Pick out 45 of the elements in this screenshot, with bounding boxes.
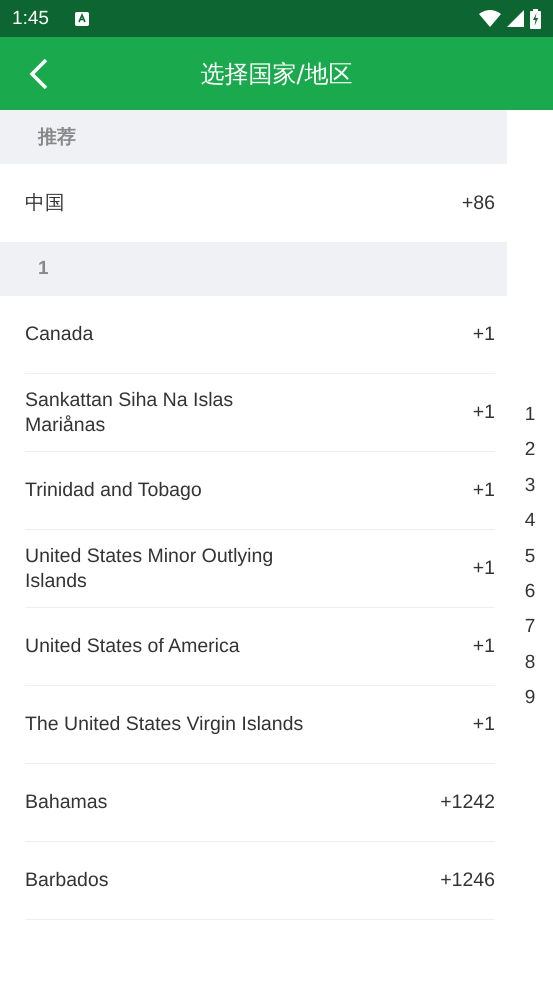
index-letter[interactable]: 7 [524, 609, 536, 645]
country-row[interactable]: Sankattan Siha Na Islas Mariånas +1 [25, 374, 495, 452]
country-name: United States Minor Outlying Islands [25, 544, 274, 594]
keyboard-icon [74, 12, 89, 26]
dial-code: +1246 [440, 869, 495, 892]
country-row[interactable]: 中国 +86 [25, 164, 495, 242]
dial-code: +1 [472, 401, 495, 424]
country-row[interactable]: Bahamas +1242 [25, 764, 495, 842]
index-letter[interactable]: 2 [524, 432, 536, 468]
country-row[interactable]: United States Minor Outlying Islands +1 [25, 530, 495, 608]
page-title: 选择国家/地区 [200, 58, 353, 90]
country-name: Trinidad and Tobago [25, 478, 202, 503]
index-letter[interactable]: 5 [524, 538, 536, 574]
country-name: Canada [25, 322, 94, 347]
country-row[interactable]: Trinidad and Tobago +1 [25, 452, 495, 530]
country-name: Bahamas [25, 790, 108, 815]
country-name: Sankattan Siha Na Islas Mariånas [25, 388, 234, 438]
country-row[interactable]: United States of America +1 [25, 608, 495, 686]
back-icon[interactable] [29, 58, 49, 90]
section-header: 推荐 [0, 110, 507, 164]
section-header: 1 [0, 242, 507, 296]
index-letter[interactable]: 6 [524, 574, 536, 610]
country-name: Barbados [25, 868, 108, 893]
country-row[interactable]: Canada +1 [25, 296, 495, 374]
index-letter[interactable]: 1 [524, 397, 536, 432]
country-name: 中国 [25, 190, 65, 216]
battery-charging-icon [530, 8, 541, 28]
country-name: The United States Virgin Islands [25, 712, 304, 737]
dial-code: +1 [472, 323, 495, 346]
dial-code: +1 [472, 713, 495, 736]
dial-code: +1 [472, 557, 495, 580]
wifi-icon [479, 10, 501, 27]
index-letter[interactable]: 9 [524, 680, 536, 716]
dial-code: +86 [462, 192, 495, 214]
country-row[interactable]: Barbados +1246 [25, 842, 495, 920]
index-letter[interactable]: 3 [524, 468, 536, 504]
country-row[interactable]: The United States Virgin Islands +1 [25, 686, 495, 764]
dial-code: +1 [472, 635, 495, 658]
dial-code: +1242 [440, 791, 495, 814]
country-name: United States of America [25, 634, 240, 659]
dial-code: +1 [472, 479, 495, 502]
status-time: 1:45 [12, 8, 49, 30]
signal-icon [507, 10, 524, 27]
index-letter[interactable]: 8 [524, 644, 536, 680]
index-letter[interactable]: 4 [524, 503, 536, 539]
